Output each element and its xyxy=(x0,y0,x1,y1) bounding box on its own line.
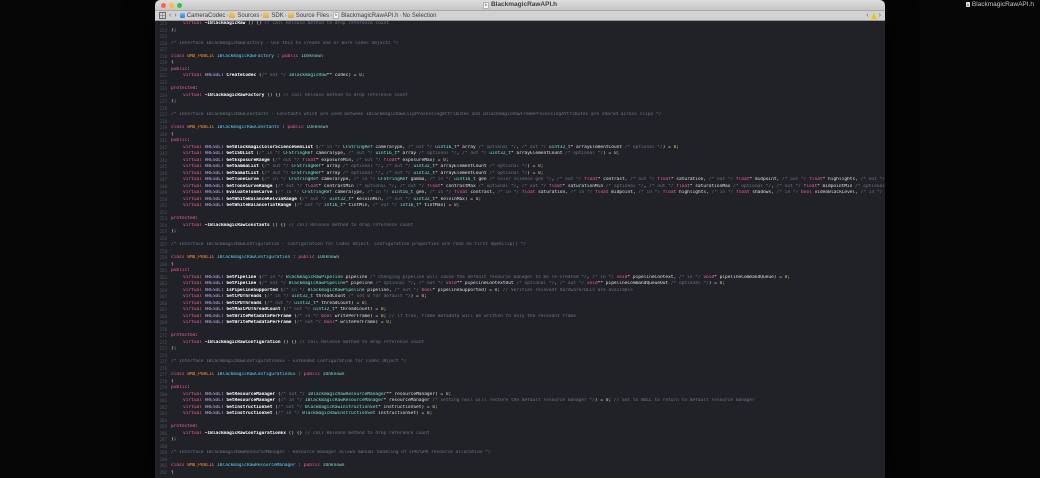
back-button[interactable]: ‹ xyxy=(169,11,171,20)
folder-icon xyxy=(287,12,294,18)
window-title-text: BlackmagicRawAPI.h xyxy=(490,1,558,8)
code-text: virtual ~IBlackmagicRaw () {} // call Re… xyxy=(183,21,389,26)
code-text: virtual HRESULT SetInstructionSet (/* in… xyxy=(183,411,433,416)
code-text: }; xyxy=(171,229,177,234)
project-icon xyxy=(179,13,185,18)
header-file-icon: h xyxy=(482,1,489,9)
forward-button[interactable]: › xyxy=(174,11,176,20)
code-text: /* Interface IBlackmagicRawFactory - Use… xyxy=(171,40,399,46)
desktop-window-title: h BlackmagicRawAPI.h xyxy=(965,1,1034,8)
code-text: }; xyxy=(171,99,177,104)
code-text: }; xyxy=(171,27,177,33)
desktop-background: h BlackmagicRawAPI.h h BlackmagicRawAPI.… xyxy=(0,0,1040,478)
code-text: class BMD_PUBLIC IBlackmagicRawConfigura… xyxy=(171,372,345,377)
next-issue-button[interactable]: › xyxy=(879,11,881,20)
code-text: /* Interface IBlackmagicRawConfiguration… xyxy=(171,242,526,247)
breadcrumb-label: SDK xyxy=(271,12,284,19)
breadcrumb-item[interactable]: h BlackmagicRawAPI.h xyxy=(333,12,398,19)
window-titlebar[interactable]: h BlackmagicRawAPI.h xyxy=(155,0,885,11)
folder-icon xyxy=(263,12,270,18)
line-number[interactable]: 292 xyxy=(155,470,167,477)
folder-icon xyxy=(229,12,236,18)
breadcrumb-item[interactable]: Source Files xyxy=(287,12,330,19)
breadcrumb-label: Sources xyxy=(237,12,260,19)
header-file-icon: h xyxy=(333,12,340,19)
header-file-icon: h xyxy=(965,2,970,7)
code-lines: 223 virtual ~IBlackmagicRaw () {} // call… xyxy=(155,21,885,476)
code-text: class BMD_PUBLIC IBlackmagicRawFactory :… xyxy=(171,53,323,59)
breadcrumb-item[interactable]: No Selection xyxy=(402,13,436,19)
breadcrumb-label: CameraCodec xyxy=(186,12,226,19)
code-text: virtual HRESULT GetWhiteBalanceTintRange… xyxy=(183,203,460,208)
code-text: virtual ~IBlackmagicRawFactory () {} // … xyxy=(183,92,408,98)
code-text: { xyxy=(171,469,174,475)
code-text: class BMD_PUBLIC IBlackmagicRawResourceM… xyxy=(171,463,345,468)
code-text: }; xyxy=(171,437,177,442)
overlay-title-text: BlackmagicRawAPI.h xyxy=(971,1,1034,8)
breadcrumb-item[interactable]: Sources xyxy=(229,12,260,19)
warning-triangle-icon[interactable] xyxy=(870,12,877,19)
code-line[interactable]: 292 { xyxy=(155,470,885,477)
code-text: /* Interface IBlackmagicRawResourceManag… xyxy=(171,450,491,455)
code-text: virtual HRESULT CreateCodec (/* out */ I… xyxy=(183,73,365,78)
breadcrumb-label: BlackmagicRawAPI.h xyxy=(341,12,399,19)
breadcrumb-label: Source Files xyxy=(295,12,330,19)
breadcrumb-label: No Selection xyxy=(402,12,437,19)
xcode-window: h BlackmagicRawAPI.h ‹ › CameraCodec › Sou… xyxy=(155,0,885,478)
code-text: virtual ~IBlackmagicRawConfigurationEx (… xyxy=(183,430,430,436)
code-text: /* Interface IBlackmagicRawConstants - C… xyxy=(171,112,662,117)
breadcrumb-item[interactable]: CameraCodec xyxy=(179,12,226,19)
source-editor[interactable]: 223 virtual ~IBlackmagicRaw () {} // call… xyxy=(155,21,885,478)
window-title: h BlackmagicRawAPI.h xyxy=(155,0,885,10)
jump-bar: ‹ › CameraCodec › Sources › SDK › Source Files… xyxy=(155,11,885,21)
code-text: }; xyxy=(171,346,177,351)
code-text: virtual ~IBlackmagicRawConfiguration () … xyxy=(183,339,425,345)
breadcrumb: CameraCodec › Sources › SDK › Source Files › h Bl… xyxy=(179,12,436,19)
previous-issue-button[interactable]: ‹ xyxy=(866,11,868,20)
related-items-icon[interactable] xyxy=(159,12,166,19)
code-text: /* Interface IBlackmagicRawConfiguration… xyxy=(171,359,407,364)
breadcrumb-item[interactable]: SDK xyxy=(263,12,284,19)
code-text: class BMD_PUBLIC IBlackmagicRawConfigura… xyxy=(171,255,340,260)
code-text: class BMD_PUBLIC IBlackmagicRawConstants… xyxy=(171,125,329,130)
code-text: virtual ~IBlackmagicRawConstants () {} /… xyxy=(183,222,414,228)
code-text: virtual HRESULT GetWriteMetadataPerFrame… xyxy=(183,320,392,325)
